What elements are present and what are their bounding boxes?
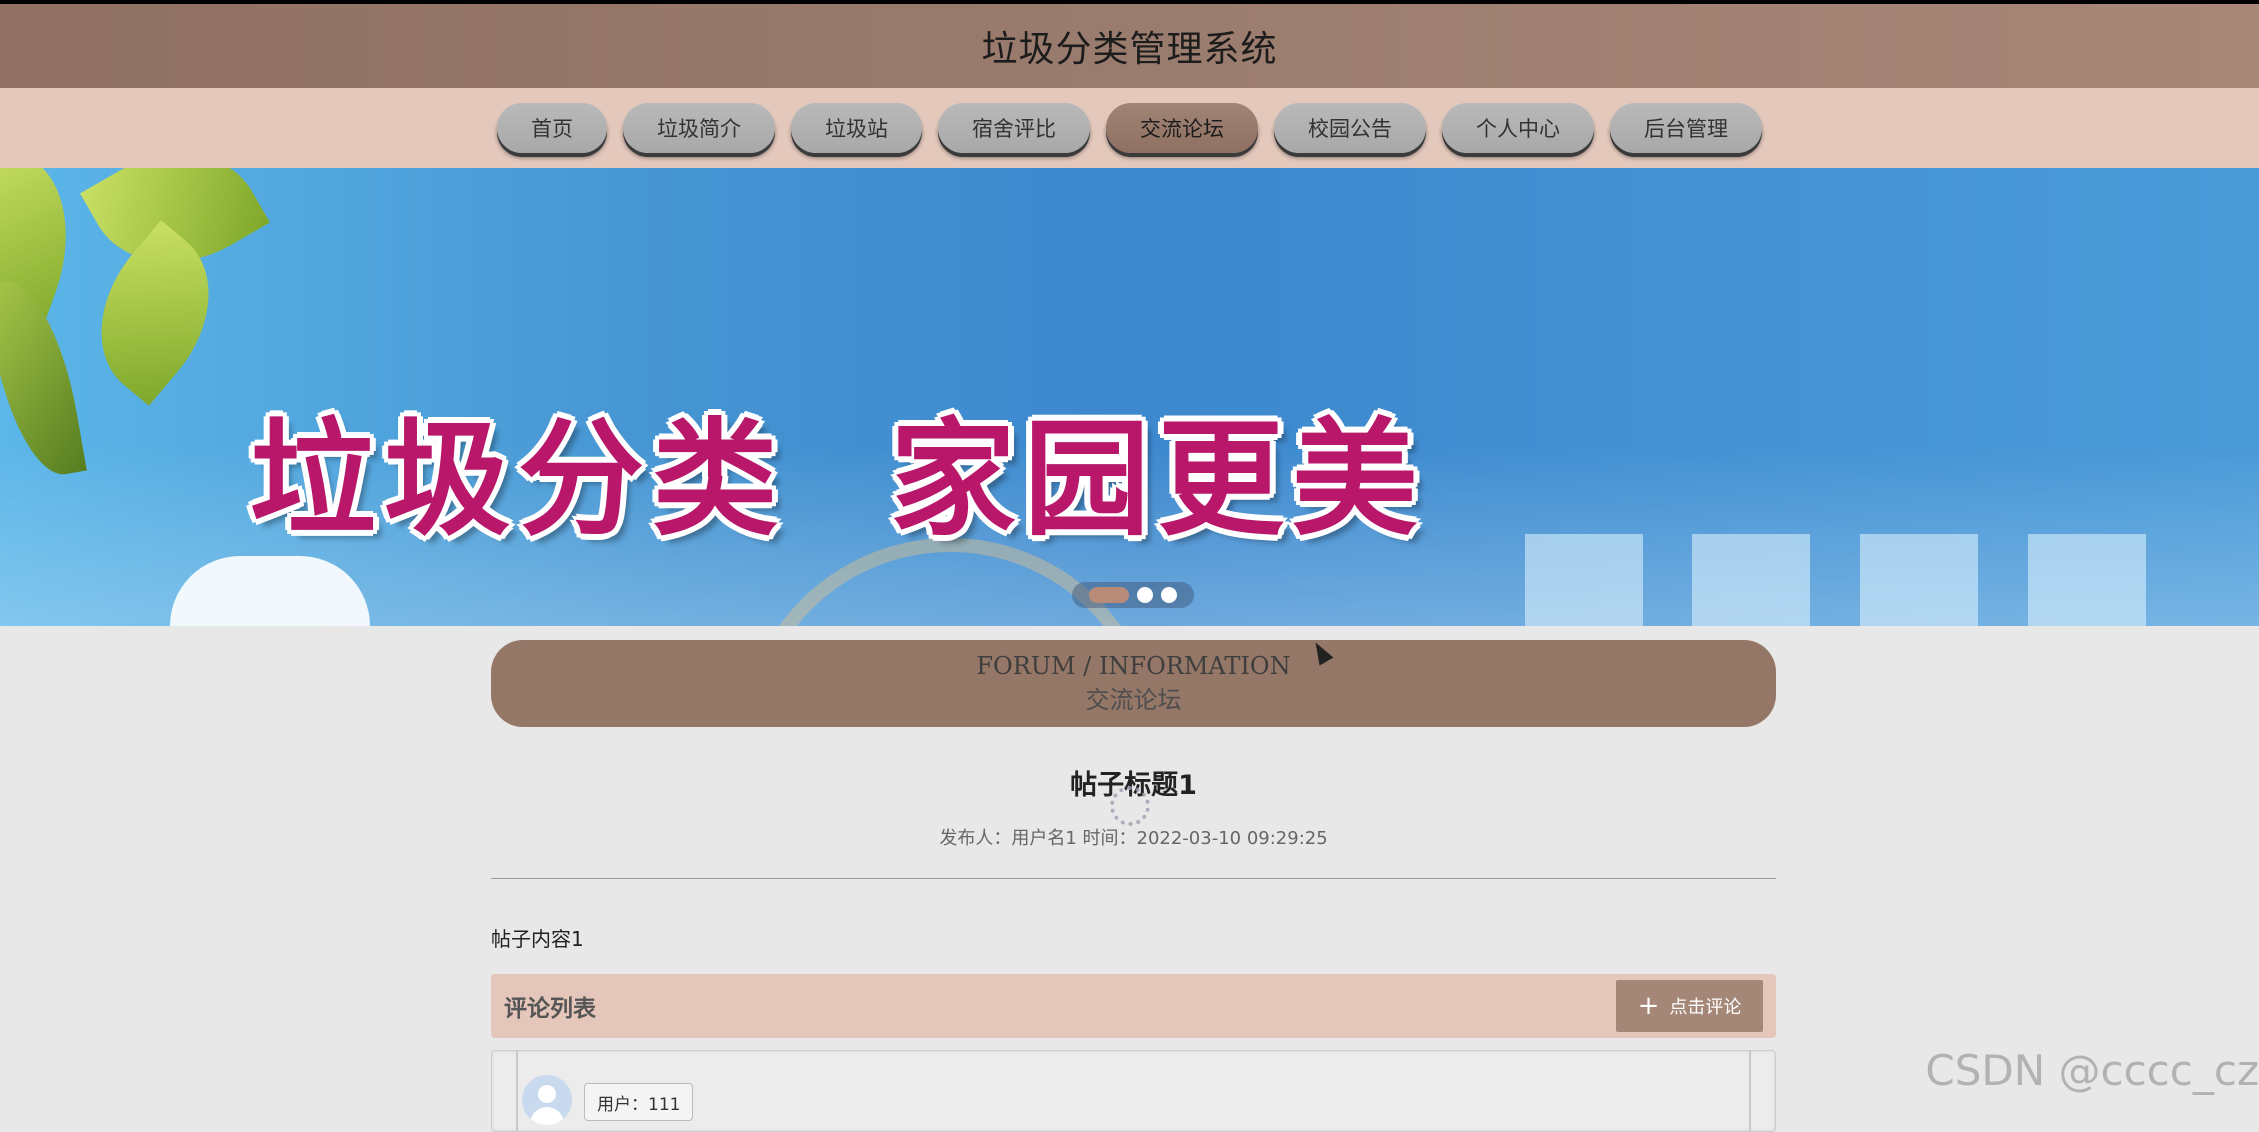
nav-item-personal-center[interactable]: 个人中心 <box>1442 103 1594 153</box>
section-title-en: FORUM / INFORMATION <box>976 652 1291 680</box>
banner-slogan: 垃圾分类 家园更美 <box>250 406 1426 553</box>
main-content: FORUM / INFORMATION 交流论坛 帖子标题1 发布人：用户名1 … <box>491 640 1776 1132</box>
section-title-cn: 交流论坛 <box>1085 686 1182 714</box>
comment-list: 用户：111 <box>491 1050 1776 1132</box>
divider <box>491 878 1776 879</box>
site-header: 垃圾分类管理系统 <box>0 4 2259 88</box>
building-decoration <box>1525 534 1643 626</box>
building-decoration <box>1860 534 1978 626</box>
post-content: 帖子内容1 <box>491 927 584 951</box>
comment-user: 用户：111 <box>584 1083 694 1121</box>
carousel-indicators <box>1072 582 1194 608</box>
site-title: 垃圾分类管理系统 <box>981 29 1278 70</box>
carousel-dot-2[interactable] <box>1137 587 1153 603</box>
add-comment-label: 点击评论 <box>1669 997 1742 1018</box>
comment-list-label: 评论列表 <box>504 996 596 1022</box>
nav-item-forum[interactable]: 交流论坛 <box>1106 103 1258 153</box>
post-meta: 发布人：用户名1 时间：2022-03-10 09:29:25 <box>939 828 1328 849</box>
watermark: CSDN @cccc_cz <box>1925 1046 2259 1095</box>
nav-item-dorm-rating[interactable]: 宿舍评比 <box>938 103 1090 153</box>
nav-item-admin[interactable]: 后台管理 <box>1610 103 1762 153</box>
add-comment-button[interactable]: + 点击评论 <box>1616 980 1763 1032</box>
nav-item-announcements[interactable]: 校园公告 <box>1274 103 1426 153</box>
nav-item-home[interactable]: 首页 <box>497 103 607 153</box>
nav-item-garbage-station[interactable]: 垃圾站 <box>791 103 922 153</box>
avatar <box>522 1075 572 1125</box>
comment-item <box>516 1051 1751 1131</box>
main-nav: 首页 垃圾简介 垃圾站 宿舍评比 交流论坛 校园公告 个人中心 后台管理 <box>0 88 2259 168</box>
comment-list-header: 评论列表 + 点击评论 <box>491 974 1776 1038</box>
section-header: FORUM / INFORMATION 交流论坛 <box>491 640 1776 727</box>
nav-item-garbage-intro[interactable]: 垃圾简介 <box>623 103 775 153</box>
banner-carousel[interactable]: 垃圾分类 家园更美 <box>0 168 2259 626</box>
building-decoration <box>1692 534 1810 626</box>
plus-icon: + <box>1637 991 1660 1021</box>
building-decoration <box>2028 534 2146 626</box>
loading-spinner-icon <box>1110 786 1150 826</box>
carousel-dot-3[interactable] <box>1161 587 1177 603</box>
carousel-dot-1[interactable] <box>1089 587 1129 603</box>
